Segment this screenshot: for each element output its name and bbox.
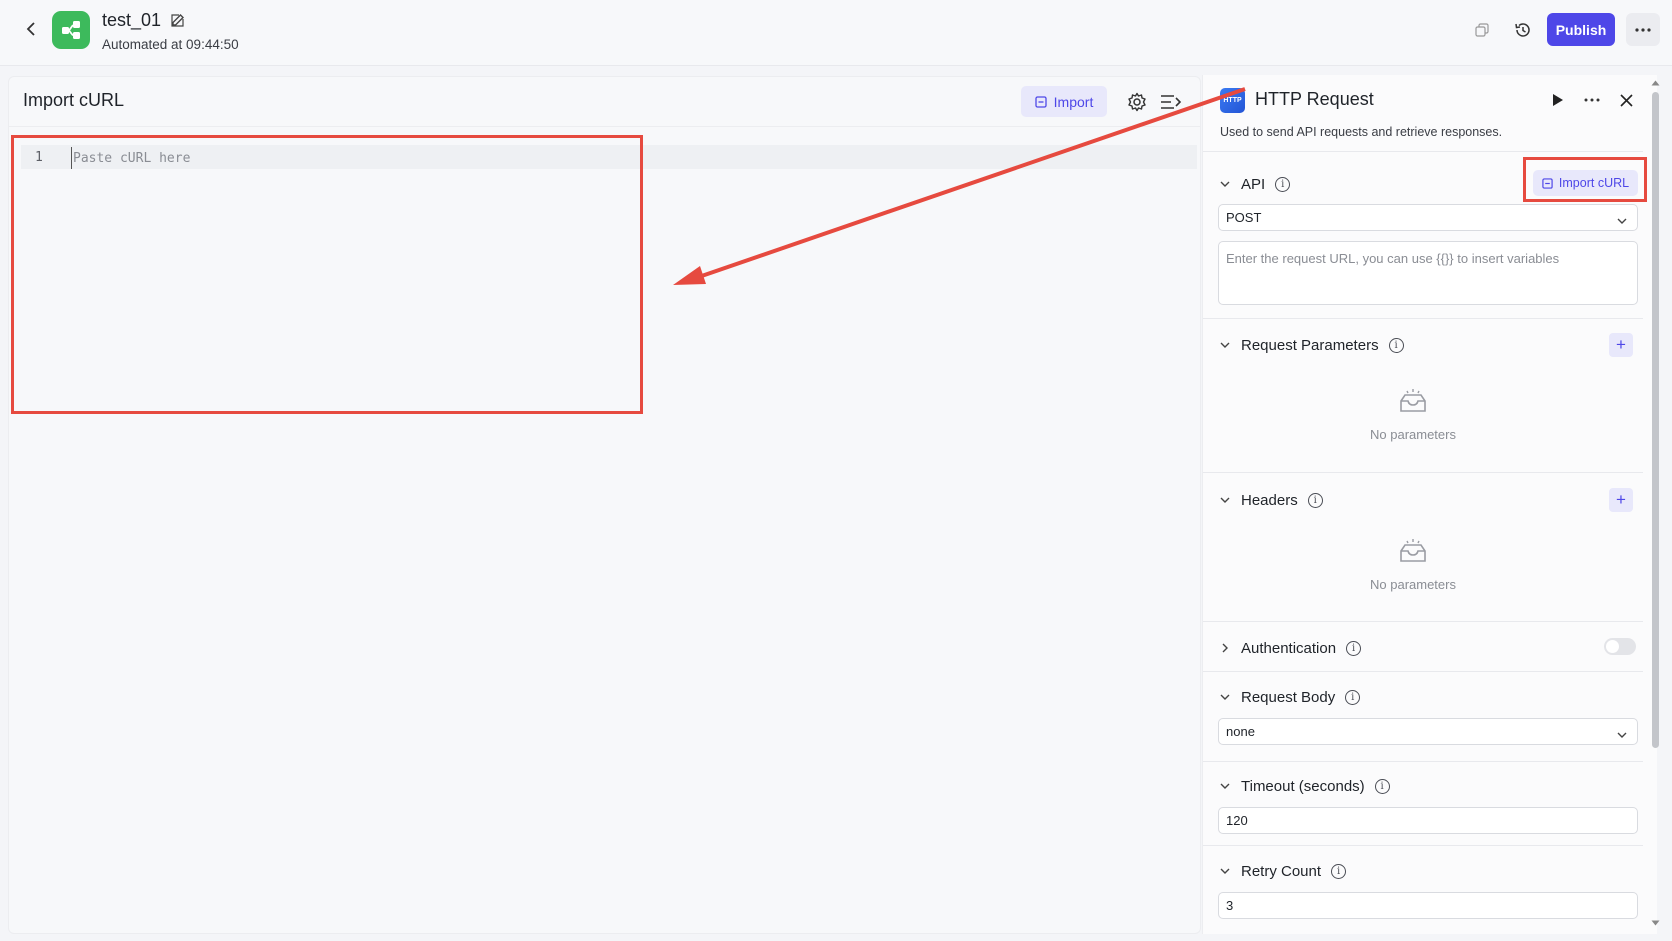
retry-count-label: Retry Count (1241, 862, 1322, 880)
retry-count-input[interactable] (1218, 892, 1638, 919)
timeout-label: Timeout (seconds) (1241, 777, 1365, 795)
http-method-value: POST (1226, 210, 1262, 225)
divider (1203, 318, 1643, 319)
node-description: Used to send API requests and retrieve r… (1220, 125, 1503, 139)
chevron-down-icon (1617, 213, 1627, 228)
section-timeout[interactable]: Timeout (seconds) i (1219, 775, 1390, 797)
history-icon[interactable] (1512, 19, 1534, 41)
http-request-panel: HTTP HTTP Request Used to send API reque… (1202, 75, 1657, 934)
settings-gear-icon[interactable] (1125, 90, 1149, 114)
add-header-button[interactable]: + (1609, 488, 1633, 512)
node-more-icon[interactable] (1581, 89, 1603, 111)
request-body-value: none (1226, 724, 1255, 739)
request-body-select[interactable]: none (1218, 718, 1638, 745)
http-logo-icon: HTTP (1220, 88, 1245, 113)
workflow-title: test_01 (102, 10, 162, 30)
empty-inbox-icon (1400, 539, 1426, 562)
chevron-down-icon (1219, 178, 1231, 190)
divider (1203, 671, 1643, 672)
import-curl-panel: Import cURL Import 1 (8, 76, 1201, 934)
copy-icon[interactable] (1471, 19, 1493, 41)
section-api[interactable]: API i (1219, 173, 1291, 195)
back-arrow-icon[interactable] (20, 18, 42, 40)
info-icon: i (1275, 176, 1291, 192)
section-request-body[interactable]: Request Body i (1219, 686, 1361, 708)
chevron-down-icon (1219, 339, 1231, 351)
info-icon: i (1374, 778, 1390, 794)
import-icon (1542, 177, 1553, 189)
section-request-parameters[interactable]: Request Parameters i (1219, 334, 1404, 356)
import-curl-button[interactable]: Import cURL (1533, 170, 1638, 196)
info-icon: i (1346, 640, 1362, 656)
scroll-up-arrow-icon[interactable] (1651, 80, 1660, 86)
run-play-icon[interactable] (1547, 89, 1569, 111)
section-retry-count[interactable]: Retry Count i (1219, 860, 1347, 882)
chevron-down-icon (1219, 780, 1231, 792)
empty-state-text: No parameters (1370, 577, 1456, 592)
section-headers[interactable]: Headers i (1219, 489, 1323, 511)
import-curl-label: Import cURL (1558, 176, 1630, 190)
more-options-icon[interactable] (1626, 13, 1660, 46)
top-bar: test_01 Automated at 09:44:50 Publish (0, 0, 1672, 66)
info-icon: i (1331, 863, 1347, 879)
scrollbar-thumb[interactable] (1652, 92, 1659, 748)
api-label: API (1241, 175, 1266, 193)
close-icon[interactable] (1615, 89, 1637, 111)
node-title: HTTP Request (1255, 89, 1374, 109)
chevron-down-icon (1219, 494, 1231, 506)
workflow-app-icon (52, 11, 90, 49)
authentication-label: Authentication (1241, 639, 1337, 657)
request-body-label: Request Body (1241, 688, 1336, 706)
chevron-down-icon (1617, 727, 1627, 742)
headers-label: Headers (1241, 491, 1298, 509)
import-icon (1035, 95, 1047, 108)
authentication-toggle[interactable] (1604, 638, 1636, 655)
divider (1203, 472, 1643, 473)
request-parameters-label: Request Parameters (1241, 336, 1379, 354)
timeout-input[interactable] (1218, 807, 1638, 834)
empty-state-text: No parameters (1370, 427, 1456, 442)
import-curl-header: Import cURL Import (9, 77, 1200, 127)
curl-editor-input[interactable] (71, 147, 1191, 169)
divider (1203, 845, 1643, 846)
info-icon: i (1388, 337, 1404, 353)
wrap-lines-icon[interactable] (1159, 90, 1183, 114)
import-button-label: Import (1053, 93, 1094, 110)
info-icon: i (1307, 492, 1323, 508)
publish-button[interactable]: Publish (1547, 13, 1615, 46)
divider (1203, 761, 1643, 762)
empty-inbox-icon (1400, 389, 1426, 412)
add-parameter-button[interactable]: + (1609, 333, 1633, 357)
import-button[interactable]: Import (1021, 86, 1107, 117)
scroll-down-arrow-icon[interactable] (1651, 920, 1660, 926)
chevron-down-icon (1219, 691, 1231, 703)
chevron-down-icon (1219, 865, 1231, 877)
import-curl-title: Import cURL (23, 90, 125, 110)
section-authentication[interactable]: Authentication i (1219, 637, 1362, 659)
divider (1203, 621, 1643, 622)
http-method-select[interactable]: POST (1218, 204, 1638, 231)
autosave-status: Automated at 09:44:50 (102, 37, 239, 52)
line-number: 1 (35, 150, 43, 165)
divider (1203, 151, 1643, 152)
chevron-right-icon (1219, 642, 1231, 654)
request-url-input[interactable]: Enter the request URL, you can use {{}} … (1218, 241, 1638, 305)
edit-title-icon[interactable] (170, 12, 188, 30)
info-icon: i (1345, 689, 1361, 705)
